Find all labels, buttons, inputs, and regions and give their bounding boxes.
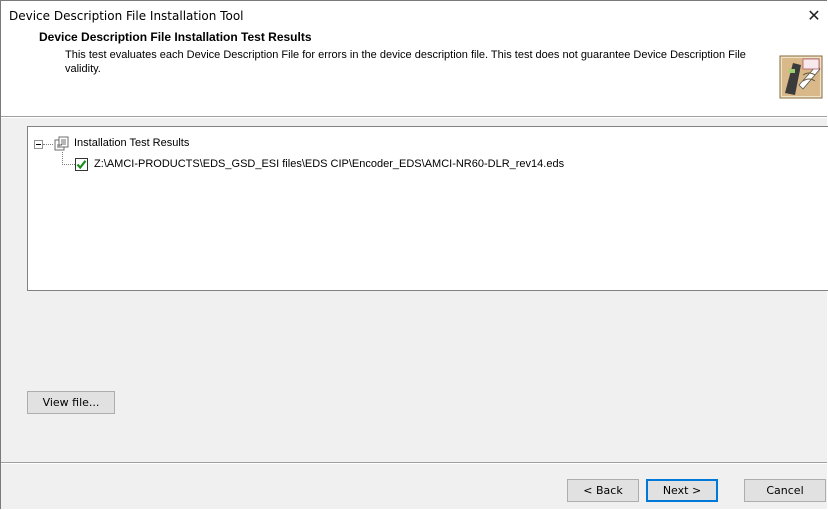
installation-tool-window: Device Description File Installation Too… <box>0 0 828 509</box>
close-icon[interactable]: ✕ <box>803 5 825 27</box>
eds-file-path[interactable]: Z:\AMCI-PRODUCTS\EDS_GSD_ESI files\EDS C… <box>94 158 564 170</box>
tree-root-label[interactable]: Installation Test Results <box>74 137 189 149</box>
next-button[interactable]: Next > <box>646 479 718 502</box>
title-bar: Device Description File Installation Too… <box>1 1 827 31</box>
tree-connector <box>43 144 53 145</box>
checkmark-icon <box>76 160 87 170</box>
cancel-button[interactable]: Cancel <box>744 479 826 502</box>
test-results-tree[interactable]: Installation Test Results Z:\AMCI-PRODUC… <box>27 126 828 291</box>
back-button[interactable]: < Back <box>567 479 639 502</box>
page-description: This test evaluates each Device Descript… <box>65 49 746 75</box>
collapse-toggle-icon[interactable] <box>34 140 43 149</box>
page-title: Device Description File Installation Tes… <box>39 30 312 44</box>
view-file-button[interactable]: View file... <box>27 391 115 414</box>
footer-divider-highlight <box>1 463 827 464</box>
header-divider-highlight <box>1 117 827 118</box>
window-title: Device Description File Installation Too… <box>9 9 244 23</box>
wizard-icon <box>779 55 823 99</box>
test-results-icon <box>54 136 69 151</box>
file-check-checkbox[interactable] <box>75 158 88 171</box>
tree-connector <box>62 164 75 165</box>
